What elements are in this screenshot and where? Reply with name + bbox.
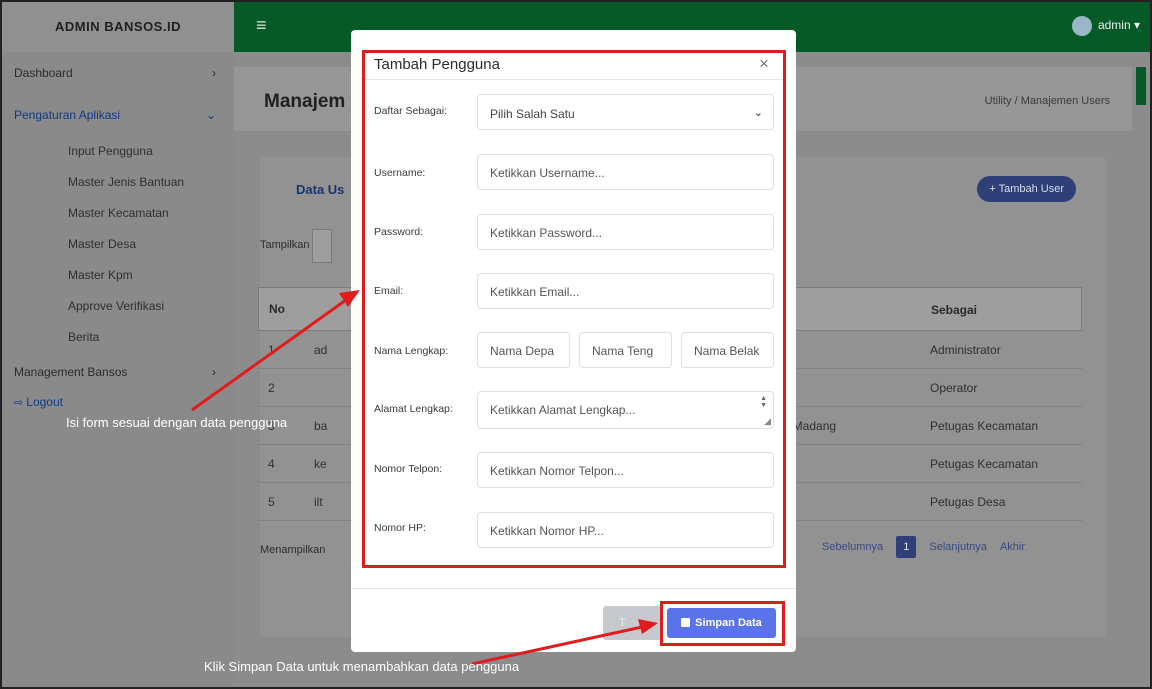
hamburger-menu-icon[interactable]: ≡ <box>256 15 267 36</box>
save-annotation: Klik Simpan Data untuk menambahkan data … <box>204 659 520 674</box>
chevron-right-icon: › <box>212 365 216 379</box>
pagination-next[interactable]: Selanjutnya <box>929 541 987 553</box>
cancel-button[interactable]: T <box>603 606 661 640</box>
sidebar-subitem-approve-verifikasi[interactable]: Approve Verifikasi <box>2 291 234 322</box>
form-highlight-frame <box>362 50 786 568</box>
sidebar-item-dashboard[interactable]: Dashboard › <box>2 58 234 88</box>
header-accent <box>1136 67 1146 105</box>
sidebar-subitem-master-desa[interactable]: Master Desa <box>2 229 234 260</box>
cell-role: Petugas Desa <box>930 495 1006 509</box>
brand-title: ADMIN BANSOS.ID <box>2 2 234 52</box>
show-entries-select[interactable] <box>312 229 332 263</box>
sidebar-subitem-master-kecamatan[interactable]: Master Kecamatan <box>2 198 234 229</box>
cell-username: ilt <box>314 495 323 509</box>
cell-no: 1 <box>268 343 275 357</box>
save-button-label: Simpan Data <box>695 617 762 629</box>
card-title: Data Us <box>296 182 345 197</box>
pagination-current[interactable]: 1 <box>896 536 917 558</box>
sidebar-item-label: Management Bansos <box>14 365 128 379</box>
form-annotation: Isi form sesuai dengan data pengguna <box>66 415 288 430</box>
sidebar-item-label: Dashboard <box>14 66 73 80</box>
add-user-button[interactable]: + Tambah User <box>977 176 1076 202</box>
sidebar-submenu: Input Pengguna Master Jenis Bantuan Mast… <box>2 130 234 357</box>
sidebar-menu: Dashboard › Pengaturan Aplikasi ⌄ Input … <box>2 52 234 417</box>
cell-role: Administrator <box>930 343 1001 357</box>
sidebar-item-pengaturan-aplikasi[interactable]: Pengaturan Aplikasi ⌄ <box>2 100 234 130</box>
show-entries-label: Tampilkan <box>260 239 310 251</box>
app-frame: ADMIN BANSOS.ID Dashboard › Pengaturan A… <box>0 0 1152 689</box>
save-button[interactable]: Simpan Data <box>667 608 776 638</box>
sidebar-item-label: Pengaturan Aplikasi <box>14 108 121 122</box>
breadcrumb: Utility / Manajemen Users <box>984 95 1110 107</box>
save-icon <box>681 618 691 627</box>
sidebar-item-label: Logout <box>26 395 63 409</box>
logout-icon: ⇨ <box>14 397 27 409</box>
cell-no: 2 <box>268 381 275 395</box>
cell-role: Operator <box>930 381 978 395</box>
cell-role: Petugas Kecamatan <box>930 457 1039 471</box>
cell-username: ad <box>314 343 328 357</box>
user-name: admin ▾ <box>1097 18 1140 33</box>
sidebar-item-management-bansos[interactable]: Management Bansos › <box>2 357 234 387</box>
chevron-right-icon: › <box>212 66 216 80</box>
column-header-no: No <box>269 302 285 316</box>
sidebar-subitem-master-jenis-bantuan[interactable]: Master Jenis Bantuan <box>2 167 234 198</box>
chevron-down-icon: ⌄ <box>205 108 216 122</box>
sidebar-item-logout[interactable]: ⇨ Logout <box>2 387 234 417</box>
cell-no: 4 <box>268 457 275 471</box>
user-menu[interactable]: admin ▾ <box>1071 16 1140 36</box>
sidebar: ADMIN BANSOS.ID Dashboard › Pengaturan A… <box>2 2 234 687</box>
sidebar-subitem-master-kpm[interactable]: Master Kpm <box>2 260 234 291</box>
cell-role: Petugas Kecamatan <box>930 419 1039 433</box>
avatar <box>1071 16 1092 36</box>
cell-username: ke <box>314 457 327 471</box>
page-title: Manajem <box>264 91 346 112</box>
pagination-prev[interactable]: Sebelumnya <box>822 541 883 553</box>
table-info: Menampilkan <box>260 544 326 556</box>
cell-username: ba <box>314 419 328 433</box>
pagination: Sebelumnya 1 Selanjutnya Akhir <box>822 536 1035 558</box>
modal-footer-divider <box>352 588 796 589</box>
sidebar-subitem-input-pengguna[interactable]: Input Pengguna <box>2 136 234 167</box>
column-header-sebagai: Sebagai <box>931 303 978 317</box>
pagination-last[interactable]: Akhir <box>1000 541 1025 553</box>
cell-no: 5 <box>268 495 275 509</box>
sidebar-subitem-berita[interactable]: Berita <box>2 322 234 353</box>
